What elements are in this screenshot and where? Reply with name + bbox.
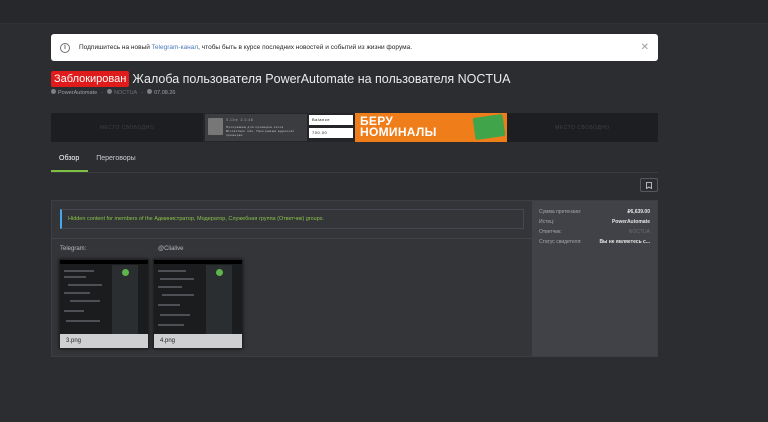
author-link[interactable]: PowerAutomate — [51, 89, 97, 96]
tab-overview[interactable]: Обзор — [51, 152, 89, 172]
defendant-link[interactable]: NOCTUA — [629, 229, 650, 235]
screenshot-preview — [60, 260, 148, 335]
witness-status-row: Статус свидетеля: Вы не являетесь с... — [539, 239, 650, 245]
top-navbar — [0, 0, 768, 24]
status-badge: Заблокирован — [51, 71, 130, 87]
plaintiff-link[interactable]: PowerAutomate — [612, 219, 650, 225]
plaintiff-row: Истец: PowerAutomate — [539, 219, 650, 225]
ad-banners: МЕСТО СВОБОДНО S.Che 2.0.46 Программа дл… — [51, 113, 658, 142]
claim-info-sidebar: Сумма претензии: ₽6,639.00 Истец: PowerAut… — [532, 201, 657, 356]
tab-negotiations[interactable]: Переговоры — [88, 152, 144, 172]
page-title: Жалоба пользователя PowerAutomate на пол… — [132, 72, 511, 86]
defendant-row: Ответчик: NOCTUA — [539, 229, 650, 235]
ad-slot-promo[interactable]: БЕРУ НОМИНАЛЫ — [355, 113, 507, 142]
user-icon — [51, 89, 56, 94]
ad-balance-label: Balance — [309, 115, 353, 125]
attachment-caption: 3.png — [60, 334, 148, 348]
thread-title-row: Заблокирован Жалоба пользователя PowerAu… — [51, 71, 510, 87]
claim-amount-row: Сумма претензии: ₽6,639.00 — [539, 209, 650, 215]
close-icon[interactable]: ✕ — [641, 42, 649, 53]
user-icon — [106, 89, 112, 94]
thread-date[interactable]: 07.08.26 — [147, 89, 175, 96]
complaint-panel: Hidden content for members of the Админи… — [51, 200, 658, 357]
notice-text: Подпишитесь на новый Telegram-канал, что… — [79, 44, 413, 51]
ad-card: S.Che 2.0.46 Программа для проверки сето… — [205, 114, 307, 141]
ad-slot-software[interactable]: S.Che 2.0.46 Программа для проверки сето… — [203, 113, 355, 142]
hidden-content-notice: Hidden content for members of the Админи… — [60, 209, 524, 229]
tabs: Обзор Переговоры — [51, 152, 145, 172]
target-user[interactable]: NOCTUA — [106, 89, 137, 96]
attachment-caption: 4.png — [154, 334, 242, 348]
telegram-label: Telegram: — [60, 246, 87, 252]
content-divider — [52, 238, 532, 239]
thread-meta: PowerAutomate · NOCTUA · 07.08.26 — [51, 89, 175, 96]
bookmark-icon — [646, 181, 652, 189]
ad-slot-free[interactable]: МЕСТО СВОБОДНО — [51, 113, 203, 142]
clock-icon — [147, 89, 153, 94]
telegram-channel-link[interactable]: Telegram-канал — [152, 44, 199, 51]
ad-slot-free-2[interactable]: МЕСТО СВОБОДНО — [507, 113, 658, 142]
notice-banner: i Подпишитесь на новый Telegram-канал, ч… — [51, 34, 658, 61]
ad-promo-text: БЕРУ НОМИНАЛЫ — [360, 114, 437, 139]
screenshot-preview — [154, 260, 242, 335]
tabs-divider — [51, 172, 658, 173]
attachment-thumbnail[interactable]: 3.png — [59, 259, 149, 349]
attachment-thumbnail[interactable]: 4.png — [153, 259, 243, 349]
handle-label: @Clialive — [158, 246, 184, 252]
info-icon: i — [60, 42, 70, 53]
bookmark-button[interactable] — [640, 178, 658, 192]
ad-balance-value: 700.00 — [309, 128, 353, 138]
ad-avatar — [208, 118, 223, 135]
money-icon — [472, 114, 506, 140]
